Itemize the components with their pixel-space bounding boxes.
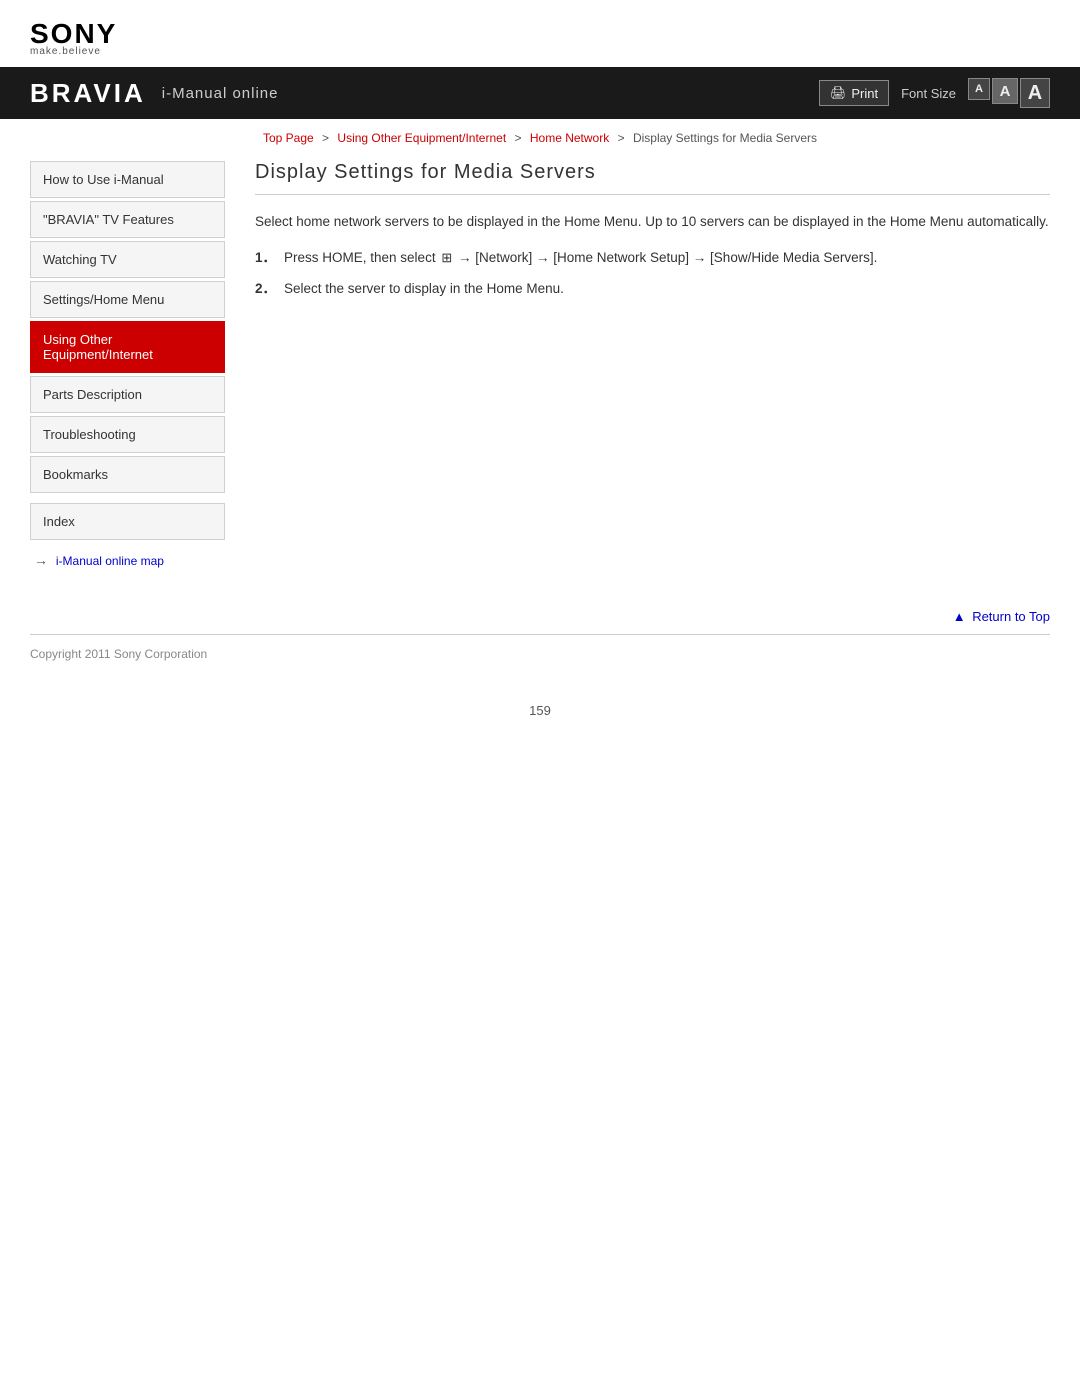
top-bar-controls: 🖨 Print Font Size A A A	[819, 78, 1050, 108]
imanual-map-label: i-Manual online map	[56, 554, 164, 568]
step-2-text: Select the server to display in the Home…	[284, 278, 564, 300]
main-layout: How to Use i-Manual "BRAVIA" TV Features…	[0, 151, 1080, 588]
arrow-right-icon: →	[34, 552, 48, 568]
breadcrumb: Top Page > Using Other Equipment/Interne…	[263, 131, 817, 145]
imanual-subtitle: i-Manual online	[162, 85, 279, 102]
footer: Copyright 2011 Sony Corporation	[0, 635, 1080, 673]
font-small-button[interactable]: A	[968, 78, 990, 100]
logo-area: SONY make.believe	[0, 0, 1080, 67]
sidebar-item-settings-home[interactable]: Settings/Home Menu	[30, 281, 225, 318]
sidebar: How to Use i-Manual "BRAVIA" TV Features…	[30, 161, 225, 568]
print-button[interactable]: 🖨 Print	[819, 80, 889, 106]
breadcrumb-using-other[interactable]: Using Other Equipment/Internet	[337, 131, 506, 145]
sidebar-item-troubleshooting[interactable]: Troubleshooting	[30, 416, 225, 453]
page-number: 159	[0, 673, 1080, 738]
bravia-logo-text: BRAVIA	[30, 78, 146, 109]
imanual-map-link[interactable]: i-Manual online map	[56, 554, 164, 568]
sidebar-item-bookmarks[interactable]: Bookmarks	[30, 456, 225, 493]
breadcrumb-sep-3: >	[618, 131, 625, 145]
breadcrumb-area: Top Page > Using Other Equipment/Interne…	[0, 119, 1080, 151]
step-2: 2． Select the server to display in the H…	[255, 278, 1050, 300]
font-large-button[interactable]: A	[1020, 78, 1050, 108]
breadcrumb-sep-2: >	[515, 131, 522, 145]
sidebar-item-watching-tv[interactable]: Watching TV	[30, 241, 225, 278]
font-medium-button[interactable]: A	[992, 78, 1018, 104]
sidebar-item-index[interactable]: Index	[30, 503, 225, 540]
breadcrumb-sep-1: >	[322, 131, 329, 145]
sidebar-label-how-to-use: How to Use i-Manual	[43, 172, 164, 187]
font-size-label: Font Size	[901, 86, 956, 101]
sidebar-label-bookmarks: Bookmarks	[43, 467, 108, 482]
return-to-top-label: Return to Top	[972, 609, 1050, 624]
sidebar-label-troubleshooting: Troubleshooting	[43, 427, 136, 442]
sidebar-label-bravia-tv: "BRAVIA" TV Features	[43, 212, 174, 227]
sidebar-label-settings-home: Settings/Home Menu	[43, 292, 164, 307]
sidebar-item-bravia-tv[interactable]: "BRAVIA" TV Features	[30, 201, 225, 238]
network-icon: ⊞	[441, 248, 452, 269]
sidebar-label-using-other: Using Other Equipment/Internet	[43, 332, 153, 362]
return-top-area: ▲ Return to Top	[0, 588, 1080, 634]
sidebar-item-how-to-use[interactable]: How to Use i-Manual	[30, 161, 225, 198]
font-size-buttons: A A A	[968, 78, 1050, 108]
copyright-text: Copyright 2011 Sony Corporation	[30, 647, 207, 661]
page-number-value: 159	[529, 703, 551, 718]
print-label: Print	[851, 86, 878, 101]
step-1: 1． Press HOME, then select ⊞ → [Network]…	[255, 247, 1050, 269]
breadcrumb-home-network[interactable]: Home Network	[530, 131, 609, 145]
sidebar-label-index: Index	[43, 514, 75, 529]
imanual-map-link-area: → i-Manual online map	[30, 552, 225, 568]
bravia-title-area: BRAVIA i-Manual online	[30, 78, 278, 109]
content-intro: Select home network servers to be displa…	[255, 211, 1050, 233]
sidebar-label-watching-tv: Watching TV	[43, 252, 117, 267]
sidebar-item-parts-description[interactable]: Parts Description	[30, 376, 225, 413]
page-title: Display Settings for Media Servers	[255, 161, 1050, 195]
sidebar-item-using-other[interactable]: Using Other Equipment/Internet	[30, 321, 225, 373]
print-icon: 🖨	[830, 85, 847, 101]
step-1-num: 1．	[255, 247, 276, 269]
top-bar: BRAVIA i-Manual online 🖨 Print Font Size…	[0, 67, 1080, 119]
return-to-top-link[interactable]: ▲ Return to Top	[953, 609, 1050, 624]
sony-tagline: make.believe	[30, 46, 1050, 57]
breadcrumb-top-page[interactable]: Top Page	[263, 131, 314, 145]
triangle-up-icon: ▲	[953, 609, 966, 624]
steps-list: 1． Press HOME, then select ⊞ → [Network]…	[255, 247, 1050, 300]
sidebar-label-parts-description: Parts Description	[43, 387, 142, 402]
step-2-num: 2．	[255, 278, 276, 300]
content-area: Display Settings for Media Servers Selec…	[245, 161, 1050, 568]
breadcrumb-current: Display Settings for Media Servers	[633, 131, 817, 145]
step-1-text: Press HOME, then select ⊞ → [Network] → …	[284, 247, 877, 269]
